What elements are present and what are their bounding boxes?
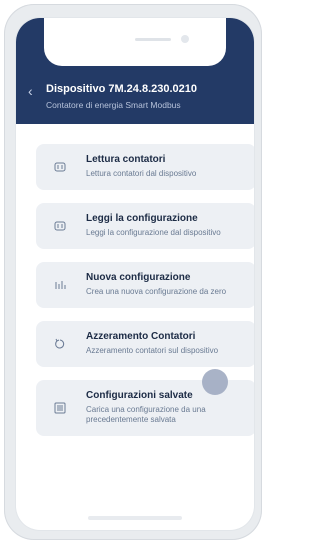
menu-card-title: Nuova configurazione [86,272,191,283]
screen: ‹ Dispositivo 7M.24.8.230.0210 Contatore… [16,18,254,530]
menu-card-description: Crea una nuova configurazione da zero [86,287,227,296]
menu-card-nuova-configurazione[interactable]: Nuova configurazione Crea una nuova conf… [36,262,254,308]
speaker [135,38,171,41]
saved-configs-icon [50,398,70,418]
menu-card-description: Leggi la configurazione dal dispositivo [86,228,221,237]
menu-card-lettura-contatori[interactable]: Lettura contatori Lettura contatori dal … [36,144,254,190]
phone-frame: ‹ Dispositivo 7M.24.8.230.0210 Contatore… [4,4,262,540]
meter-read-icon [50,216,70,236]
menu-card-title: Leggi la configurazione [86,213,198,224]
menu-card-title: Azzeramento Contatori [86,331,196,342]
menu-card-azzeramento-contatori[interactable]: Azzeramento Contatori Azzeramento contat… [36,321,254,367]
menu-card-description: Azzeramento contatori sul dispositivo [86,346,219,355]
menu-card-title: Configurazioni salvate [86,390,193,401]
device-subtitle: Contatore di energia Smart Modbus [46,100,181,110]
device-title: Dispositivo 7M.24.8.230.0210 [46,83,198,95]
reset-icon [50,334,70,354]
menu-card-description: Lettura contatori dal dispositivo [86,169,197,178]
menu-card-title: Lettura contatori [86,154,166,165]
menu-card-leggi-configurazione[interactable]: Leggi la configurazione Leggi la configu… [36,203,254,249]
app-header: ‹ Dispositivo 7M.24.8.230.0210 Contatore… [16,18,254,124]
menu-card-description: Carica una configurazione da una precede… [86,405,206,424]
home-indicator [88,516,182,520]
notch [44,18,226,66]
camera-icon [181,35,189,43]
back-chevron-icon[interactable]: ‹ [28,84,40,98]
meter-read-icon [50,157,70,177]
new-config-icon [50,275,70,295]
menu-list: Lettura contatori Lettura contatori dal … [16,124,254,530]
touch-indicator [202,369,228,395]
